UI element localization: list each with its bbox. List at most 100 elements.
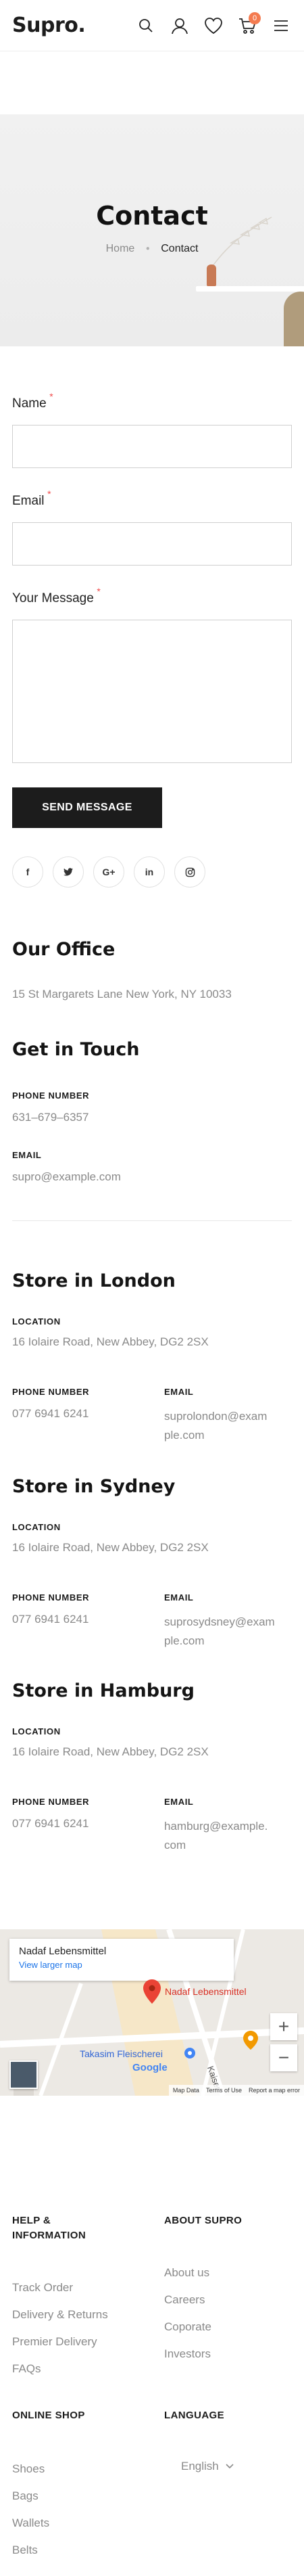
footer-link-careers[interactable]: Careers <box>164 2286 211 2314</box>
breadcrumb-home-link[interactable]: Home <box>106 243 135 254</box>
footer-link-investors[interactable]: Investors <box>164 2341 211 2368</box>
facebook-icon[interactable]: f <box>12 856 43 888</box>
heading-line: HELP & <box>12 2215 51 2226</box>
map-pin-icon[interactable] <box>143 1979 161 2007</box>
search-icon[interactable] <box>135 15 157 37</box>
store-hamburg-phone-label: PHONE NUMBER <box>12 1797 90 1807</box>
name-label: Name * <box>12 391 53 411</box>
footer-link-bags[interactable]: Bags <box>12 2483 49 2510</box>
zoom-out-button[interactable]: − <box>270 2044 297 2071</box>
email-line: suprolondon@exam <box>164 1410 268 1423</box>
required-mark: * <box>97 586 101 597</box>
store-sydney-email-label: EMAIL <box>164 1592 194 1603</box>
poi-marker-icon <box>184 2047 196 2063</box>
zoom-in-button[interactable]: + <box>270 2013 297 2040</box>
footer-help-links: Track Order Delivery & Returns Premier D… <box>12 2274 108 2383</box>
cart-count-badge: 0 <box>249 12 261 24</box>
footer-link-about-us[interactable]: About us <box>164 2259 211 2286</box>
map-terms-link[interactable]: Terms of Use <box>206 2087 242 2094</box>
footer-link-coporate[interactable]: Coporate <box>164 2314 211 2341</box>
site-header: Supro. 0 <box>0 0 304 51</box>
footer-link-shoes[interactable]: Shoes <box>12 2456 49 2483</box>
language-select[interactable]: English <box>181 2460 234 2473</box>
footer-link-wallets[interactable]: Wallets <box>12 2510 49 2537</box>
footer-shop-links: Shoes Bags Wallets Belts <box>12 2456 49 2564</box>
message-textarea[interactable] <box>12 620 292 763</box>
office-address: 15 St Margarets Lane New York, NY 10033 <box>12 988 232 1001</box>
footer-help-heading: HELP & INFORMATION <box>12 2213 86 2243</box>
name-label-text: Name <box>12 396 47 411</box>
footer-shop-heading: ONLINE SHOP <box>12 2410 85 2421</box>
email-line: com <box>164 1839 186 1852</box>
store-sydney-email[interactable]: suprosydsney@exam ple.com <box>164 1613 275 1651</box>
map-pin-label: Nadaf Lebensmittel <box>165 1986 247 1997</box>
store-london-title: Store in London <box>12 1270 176 1291</box>
footer-language-heading: LANGUAGE <box>164 2410 225 2421</box>
store-sydney-location: 16 Iolaire Road, New Abbey, DG2 2SX <box>12 1541 209 1554</box>
store-sydney-location-label: LOCATION <box>12 1522 61 1532</box>
instagram-icon[interactable] <box>174 856 205 888</box>
store-london-email[interactable]: suprolondon@exam ple.com <box>164 1407 267 1445</box>
store-london-email-label: EMAIL <box>164 1387 194 1397</box>
store-hamburg-email[interactable]: hamburg@example. com <box>164 1817 268 1855</box>
map-data-link[interactable]: Map Data <box>173 2087 199 2094</box>
footer-link-belts[interactable]: Belts <box>12 2537 49 2564</box>
header-icons: 0 <box>135 12 292 37</box>
map-attribution: Map Data Terms of Use Report a map error <box>168 2085 304 2096</box>
email-heading: EMAIL <box>12 1150 42 1160</box>
email-label-text: Email <box>12 494 45 508</box>
store-sydney-phone-label: PHONE NUMBER <box>12 1592 90 1603</box>
map-report-link[interactable]: Report a map error <box>249 2087 300 2094</box>
email-line: suprosydsney@exam <box>164 1615 275 1628</box>
decorative-chair <box>284 292 304 346</box>
footer-about-links: About us Careers Coporate Investors <box>164 2259 211 2368</box>
store-hamburg-location: 16 Iolaire Road, New Abbey, DG2 2SX <box>12 1745 209 1758</box>
google-logo: Google <box>132 2062 168 2073</box>
map-satellite-toggle[interactable] <box>9 2061 38 2089</box>
footer-link-faqs[interactable]: FAQs <box>12 2355 108 2383</box>
required-mark: * <box>49 391 53 402</box>
our-office-title: Our Office <box>12 939 116 960</box>
page-title: Contact <box>96 201 208 231</box>
send-message-button[interactable]: Send Message <box>12 787 162 828</box>
name-label-wrap: Name * <box>12 391 53 411</box>
email-line: ple.com <box>164 1634 205 1647</box>
linkedin-icon[interactable]: in <box>134 856 165 888</box>
heading-line: INFORMATION <box>12 2230 86 2241</box>
menu-hamburger-icon[interactable] <box>270 15 292 37</box>
footer-link-premier-delivery[interactable]: Premier Delivery <box>12 2328 108 2355</box>
embedded-map[interactable]: Nadaf Lebensmittel View larger map Nadaf… <box>0 1929 304 2096</box>
email-label: Email * <box>12 488 51 509</box>
email-line: hamburg@example. <box>164 1820 268 1833</box>
map-place-name: Nadaf Lebensmittel <box>19 1946 107 1957</box>
language-select-value: English <box>181 2460 219 2472</box>
twitter-icon[interactable] <box>53 856 84 888</box>
store-hamburg-title: Store in Hamburg <box>12 1680 195 1701</box>
section-divider <box>12 1220 292 1221</box>
footer-link-delivery-returns[interactable]: Delivery & Returns <box>12 2301 108 2328</box>
email-address[interactable]: supro@example.com <box>12 1170 121 1184</box>
message-label-wrap: Your Message * <box>12 586 101 606</box>
store-london-phone-label: PHONE NUMBER <box>12 1387 90 1397</box>
message-label: Your Message * <box>12 586 101 606</box>
account-icon[interactable] <box>169 15 191 37</box>
decorative-vase <box>207 264 216 286</box>
map-poi-label: Takasim Fleischerei <box>80 2048 163 2059</box>
store-london-phone: 077 6941 6241 <box>12 1407 89 1420</box>
map-poi-icon <box>243 2031 258 2053</box>
view-larger-map-link[interactable]: View larger map <box>19 1960 224 1970</box>
email-input[interactable] <box>12 522 292 566</box>
chevron-down-icon <box>226 2460 234 2472</box>
email-label-wrap: Email * <box>12 488 51 509</box>
get-in-touch-title: Get in Touch <box>12 1039 140 1060</box>
store-sydney-phone: 077 6941 6241 <box>12 1613 89 1626</box>
footer-link-track-order[interactable]: Track Order <box>12 2274 108 2301</box>
store-hamburg-email-label: EMAIL <box>164 1797 194 1807</box>
wishlist-heart-icon[interactable] <box>203 15 224 37</box>
google-plus-icon[interactable]: G+ <box>93 856 124 888</box>
store-hamburg-location-label: LOCATION <box>12 1726 61 1736</box>
cart-icon[interactable]: 0 <box>236 12 261 37</box>
decorative-table <box>196 286 304 292</box>
name-input[interactable] <box>12 425 292 468</box>
site-logo[interactable]: Supro. <box>12 14 86 37</box>
